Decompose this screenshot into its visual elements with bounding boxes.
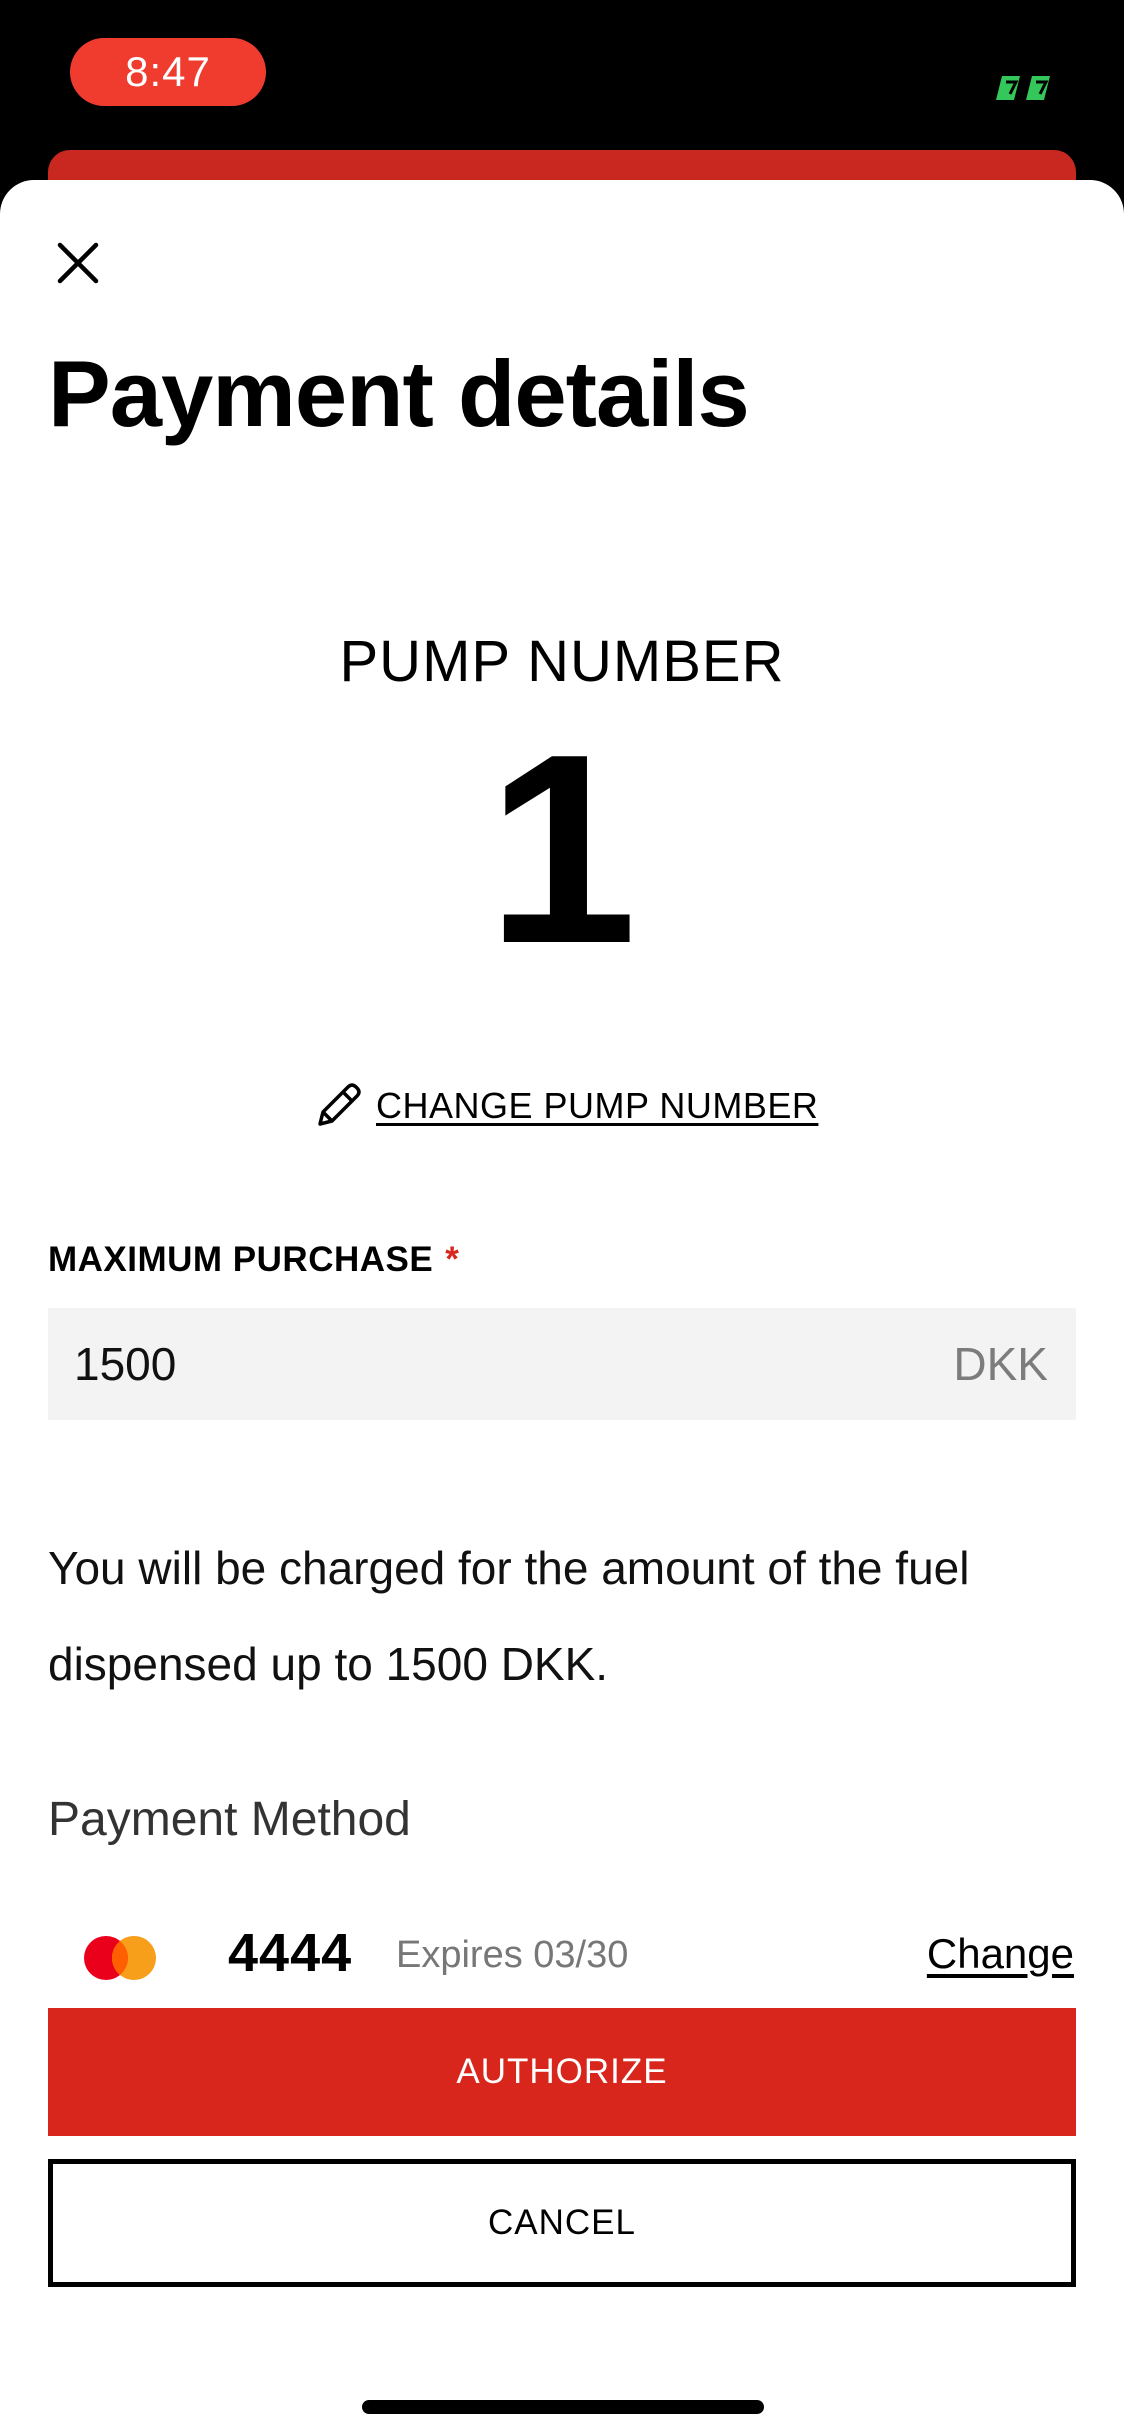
- home-indicator: [362, 2400, 764, 2414]
- pencil-icon: [318, 1083, 361, 1126]
- close-button[interactable]: [50, 235, 106, 291]
- required-marker: *: [445, 1240, 460, 1279]
- maximum-purchase-input[interactable]: 1500 DKK: [48, 1308, 1076, 1420]
- change-payment-method-link[interactable]: Change: [927, 1930, 1074, 1978]
- currency-unit: DKK: [953, 1338, 1048, 1390]
- screen: 8:47 Payment details PUMP NUMBER 1 CHANG…: [0, 0, 1124, 2436]
- charge-note: You will be charged for the amount of th…: [48, 1542, 970, 1690]
- pump-number-value: 1: [486, 699, 638, 1000]
- payment-method-heading: Payment Method: [48, 1793, 411, 1846]
- cancel-button[interactable]: CANCEL: [48, 2159, 1076, 2287]
- maximum-purchase-label: MAXIMUM PURCHASE *: [48, 1240, 459, 1280]
- change-pump-number-label: CHANGE PUMP NUMBER: [376, 1085, 819, 1126]
- authorize-button[interactable]: AUTHORIZE: [48, 2008, 1076, 2136]
- screen-share-icon: [996, 76, 1050, 100]
- change-pump-number-link[interactable]: CHANGE PUMP NUMBER: [312, 1078, 818, 1134]
- mastercard-icon: [84, 1936, 156, 1980]
- pump-number-label: PUMP NUMBER: [339, 629, 785, 694]
- card-expiry: Expires 03/30: [396, 1934, 629, 1976]
- page-title: Payment details: [48, 341, 750, 446]
- payment-method-row: 4444 Expires 03/30 Change: [48, 1914, 1076, 1994]
- payment-details-sheet: Payment details PUMP NUMBER 1 CHANGE PUM…: [0, 180, 1124, 2436]
- card-last-four: 4444: [228, 1923, 353, 1983]
- status-time: 8:47: [70, 38, 266, 106]
- maximum-purchase-value[interactable]: 1500: [74, 1337, 176, 1391]
- close-icon: [57, 242, 99, 284]
- maximum-purchase-label-text: MAXIMUM PURCHASE: [48, 1240, 434, 1279]
